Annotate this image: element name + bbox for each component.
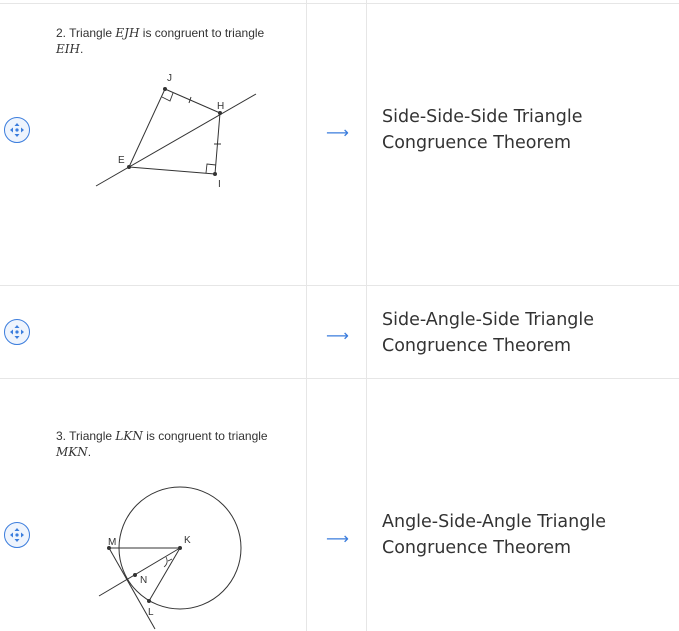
problem-end: . [79, 42, 84, 56]
vertex-label: M [108, 537, 116, 548]
problem-number: 3. [56, 429, 67, 443]
vertex-label: J [167, 73, 172, 84]
triangle-name: MKN [56, 445, 88, 459]
move-icon [10, 325, 24, 339]
theorem-option[interactable]: Side-Side-Side Triangle Congruence Theor… [382, 104, 662, 156]
problem-prefix: Triangle [69, 26, 113, 40]
vertex-label: H [217, 101, 224, 112]
right-arrow-icon: ⟶ [326, 529, 349, 548]
theorem-option[interactable]: Side-Angle-Side Triangle Congruence Theo… [382, 307, 662, 359]
triangle-name: LKN [115, 429, 143, 443]
triangle-name: EIH [56, 42, 80, 56]
problem-middle: is congruent to triangle [142, 26, 265, 40]
move-icon [10, 528, 24, 542]
vertex-label: E [118, 155, 125, 166]
vertex-label: K [184, 535, 191, 546]
match-row-1: 2. Triangle EJH is congruent to triangle… [0, 0, 679, 285]
move-icon [10, 123, 24, 137]
match-row-3: 3. Triangle LKN is congruent to triangle… [0, 379, 679, 631]
problem-number: 2. [56, 26, 67, 40]
problem-middle: is congruent to triangle [146, 429, 268, 443]
circle-triangle-figure: M K N L [98, 486, 242, 630]
vertex-label: L [148, 607, 154, 618]
vertex-label: N [140, 575, 147, 586]
right-arrow-icon: ⟶ [326, 123, 349, 142]
match-row-2: ⟶ Side-Angle-Side Triangle Congruence Th… [0, 286, 679, 378]
right-arrow-icon: ⟶ [326, 326, 349, 345]
triangle-figure: J H E I [95, 73, 257, 190]
drag-handle[interactable] [4, 522, 30, 548]
vertex-label: I [218, 179, 221, 190]
drag-handle[interactable] [4, 319, 30, 345]
drag-handle[interactable] [4, 117, 30, 143]
triangle-name: EJH [115, 26, 140, 40]
problem-statement: 3. Triangle LKN is congruent to triangle… [56, 428, 296, 460]
problem-prefix: Triangle [69, 429, 113, 443]
theorem-option[interactable]: Angle-Side-Angle Triangle Congruence The… [382, 509, 662, 561]
problem-end: . [87, 445, 92, 459]
problem-statement: 2. Triangle EJH is congruent to triangle… [56, 25, 296, 57]
